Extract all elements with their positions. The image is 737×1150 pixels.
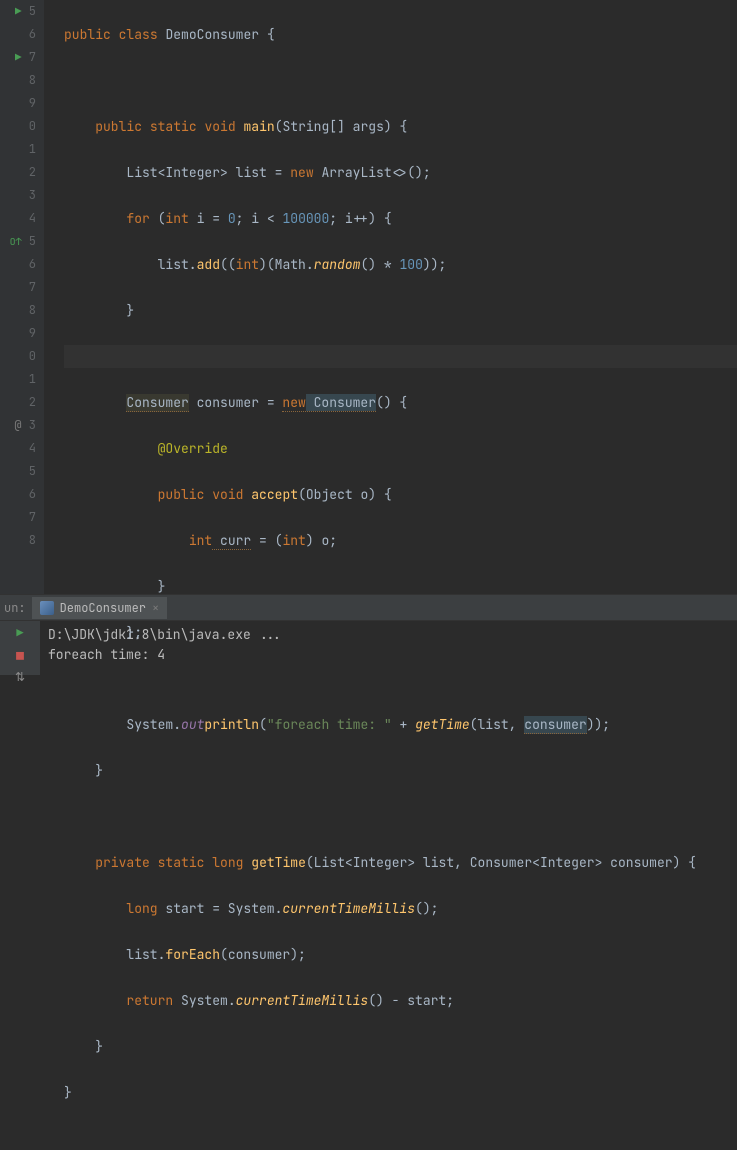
stop-icon[interactable]: ◼ xyxy=(12,647,28,663)
java-class-icon xyxy=(40,601,54,615)
code-editor[interactable]: ▶ 5 6 ▶ 7 8 9 0 1 2 3 4 O↑ 5 6 7 8 9 0 1… xyxy=(0,0,737,594)
method-marker-icon[interactable]: @ xyxy=(14,417,21,433)
run-label: un: xyxy=(0,600,32,616)
layout-icon[interactable]: ⇅ xyxy=(12,669,28,685)
console-toolbar: ▶ ◼ ⇅ xyxy=(0,621,40,675)
override-icon[interactable]: O↑ xyxy=(10,235,22,248)
line-gutter: ▶ 5 6 ▶ 7 8 9 0 1 2 3 4 O↑ 5 6 7 8 9 0 1… xyxy=(0,0,44,594)
run-line-icon[interactable]: ▶ xyxy=(15,51,22,65)
code-content[interactable]: public class DemoConsumer { public stati… xyxy=(44,0,737,594)
rerun-icon[interactable]: ▶ xyxy=(12,625,28,641)
run-line-icon[interactable]: ▶ xyxy=(15,5,22,19)
